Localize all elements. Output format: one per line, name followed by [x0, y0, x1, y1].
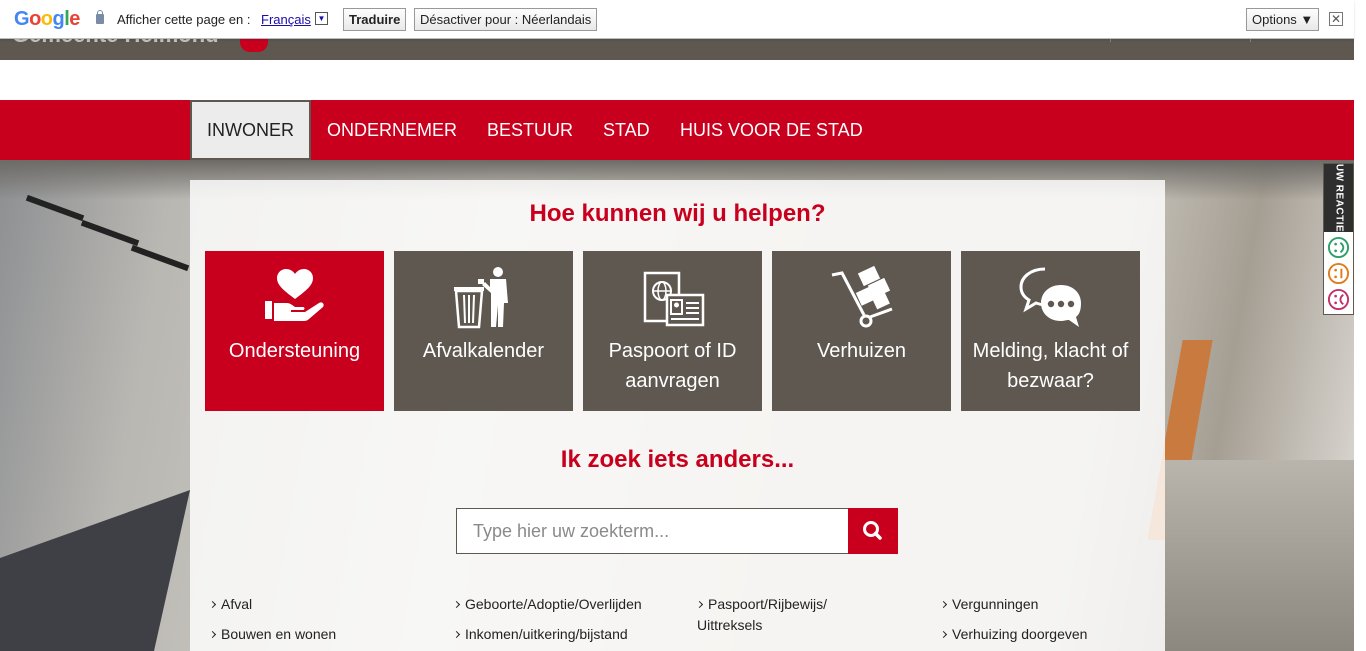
quick-link[interactable]: Paspoort/Rijbewijs/ Uittreksels — [695, 594, 837, 636]
tile-label: Paspoort of ID aanvragen — [608, 340, 737, 392]
chevron-right-icon — [695, 600, 704, 609]
smiley-positive-icon[interactable] — [1327, 236, 1350, 259]
trash-person-icon — [453, 267, 508, 329]
chevron-right-icon — [939, 630, 948, 639]
tile-label: Afvalkalender — [422, 340, 545, 362]
chevron-right-icon — [939, 600, 948, 609]
smiley-neutral-icon[interactable] — [1327, 262, 1350, 285]
nav-item-huis-voor-de-stad[interactable]: HUIS VOOR DE STAD — [680, 100, 863, 160]
tile-label: Verhuizen — [817, 340, 906, 362]
disable-translate-button[interactable]: Désactiver pour : Néerlandais — [414, 8, 598, 31]
search-input[interactable] — [456, 508, 849, 554]
feedback-label[interactable]: UW REACTIE — [1324, 164, 1353, 232]
quick-link[interactable]: Geboorte/Adoptie/Overlijden — [452, 594, 642, 615]
quick-link[interactable]: Afval — [208, 594, 252, 615]
search-button[interactable] — [848, 508, 898, 554]
help-title: Hoe kunnen wij u helpen? — [529, 200, 826, 227]
chevron-right-icon — [452, 600, 461, 609]
tile-verhuizen[interactable]: Verhuizen — [772, 251, 951, 411]
tile-afvalkalender[interactable]: Afvalkalender — [394, 251, 573, 411]
dropdown-arrow-icon[interactable]: ▼ — [315, 12, 328, 25]
tile-melding[interactable]: Melding, klacht of bezwaar? — [961, 251, 1140, 411]
chevron-right-icon — [452, 630, 461, 639]
translate-prompt: Afficher cette page en : — [117, 12, 251, 27]
language-select[interactable]: Français — [261, 12, 311, 27]
hero-decor — [0, 490, 190, 651]
tile-label: Melding, klacht of bezwaar? — [972, 340, 1129, 392]
nav-item-stad[interactable]: STAD — [603, 100, 650, 160]
chevron-right-icon — [208, 630, 217, 639]
tile-label: Ondersteuning — [228, 340, 361, 362]
close-icon[interactable]: ✕ — [1329, 12, 1343, 26]
smiley-negative-icon[interactable] — [1327, 288, 1350, 311]
heart-hand-icon — [264, 269, 324, 321]
search-icon — [863, 521, 882, 540]
main-nav: INWONER ONDERNEMER BESTUUR STAD HUIS VOO… — [0, 100, 1354, 160]
help-panel: Hoe kunnen wij u helpen? Ondersteuning A… — [190, 180, 1165, 651]
nav-item-ondernemer[interactable]: ONDERNEMER — [327, 100, 457, 160]
translate-button[interactable]: Traduire — [343, 8, 407, 31]
lock-icon — [96, 10, 104, 24]
options-button[interactable]: Options ▼ — [1246, 8, 1320, 31]
quick-link[interactable]: Verhuizing doorgeven — [939, 624, 1087, 645]
other-title: Ik zoek iets anders... — [560, 446, 795, 473]
quick-link[interactable]: Inkomen/uitkering/bijstand — [452, 624, 628, 645]
google-logo: Google — [14, 8, 80, 30]
hero-decor — [80, 219, 140, 247]
page: Gemeente Helmond Google Afficher cette p… — [0, 0, 1366, 651]
nav-item-bestuur[interactable]: BESTUUR — [487, 100, 573, 160]
quick-link[interactable]: Vergunningen — [939, 594, 1038, 615]
hero-decor — [130, 244, 190, 272]
passport-icon — [643, 271, 704, 327]
hero-decor — [1165, 460, 1354, 651]
tile-ondersteuning[interactable]: Ondersteuning — [205, 251, 384, 411]
moving-cart-icon — [831, 265, 893, 328]
google-translate-bar: Google Afficher cette page en : Français… — [0, 0, 1354, 39]
feedback-widget: UW REACTIE — [1323, 163, 1354, 315]
chevron-right-icon — [208, 600, 217, 609]
chat-bubbles-icon — [1018, 267, 1081, 327]
tile-paspoort[interactable]: Paspoort of ID aanvragen — [583, 251, 762, 411]
nav-item-inwoner[interactable]: INWONER — [190, 100, 311, 160]
quick-link[interactable]: Bouwen en wonen — [208, 624, 336, 645]
